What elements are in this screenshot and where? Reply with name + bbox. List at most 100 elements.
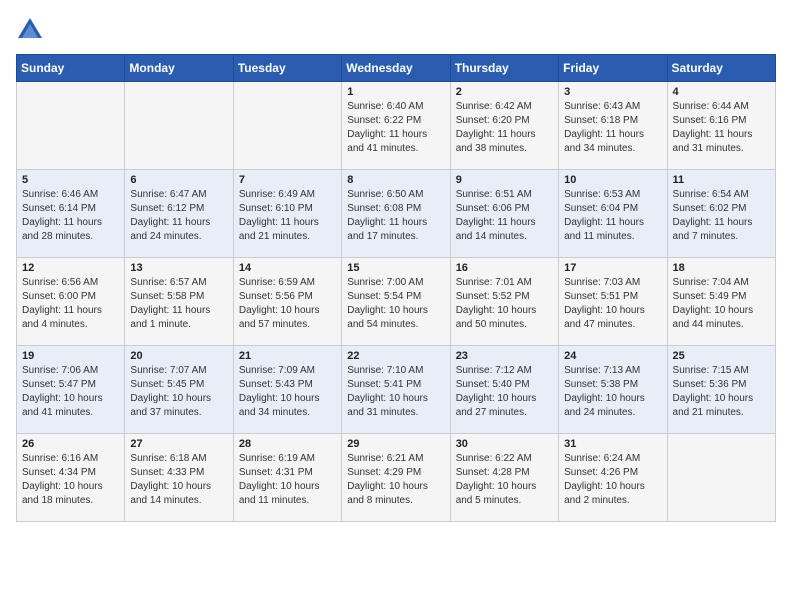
week-row-2: 5Sunrise: 6:46 AM Sunset: 6:14 PM Daylig… [17,170,776,258]
day-info: Sunrise: 6:54 AM Sunset: 6:02 PM Dayligh… [673,188,770,244]
day-number: 2 [456,86,553,98]
day-cell: 12 Sunrise: 6:56 AM Sunset: 6:00 PM Dayli… [17,258,125,346]
day-number: 17 [564,262,661,274]
day-number: 27 [130,438,227,450]
day-number: 22 [347,350,444,362]
day-number: 29 [347,438,444,450]
day-info: Sunrise: 6:18 AM Sunset: 4:33 PM Dayligh… [130,452,227,508]
day-number: 11 [673,174,770,186]
col-header-wednesday: Wednesday [342,55,450,82]
day-info: Sunrise: 6:51 AM Sunset: 6:06 PM Dayligh… [456,188,553,244]
day-number: 10 [564,174,661,186]
day-cell: 6 Sunrise: 6:47 AM Sunset: 6:12 PM Daylig… [125,170,233,258]
day-cell: 13 Sunrise: 6:57 AM Sunset: 5:58 PM Dayli… [125,258,233,346]
day-info: Sunrise: 6:56 AM Sunset: 6:00 PM Dayligh… [22,276,119,332]
day-info: Sunrise: 6:44 AM Sunset: 6:16 PM Dayligh… [673,100,770,156]
col-header-sunday: Sunday [17,55,125,82]
day-number: 1 [347,86,444,98]
day-number: 13 [130,262,227,274]
day-cell [17,82,125,170]
day-number: 12 [22,262,119,274]
day-cell: 27 Sunrise: 6:18 AM Sunset: 4:33 PM Dayli… [125,434,233,522]
day-info: Sunrise: 7:15 AM Sunset: 5:36 PM Dayligh… [673,364,770,420]
day-cell: 15 Sunrise: 7:00 AM Sunset: 5:54 PM Dayli… [342,258,450,346]
day-cell: 29 Sunrise: 6:21 AM Sunset: 4:29 PM Dayli… [342,434,450,522]
day-cell: 31 Sunrise: 6:24 AM Sunset: 4:26 PM Dayli… [559,434,667,522]
day-number: 28 [239,438,336,450]
day-number: 5 [22,174,119,186]
day-cell: 1 Sunrise: 6:40 AM Sunset: 6:22 PM Daylig… [342,82,450,170]
day-cell: 3Sunrise: 6:43 AM Sunset: 6:18 PM Daylig… [559,82,667,170]
page-header [16,16,776,44]
day-info: Sunrise: 6:59 AM Sunset: 5:56 PM Dayligh… [239,276,336,332]
day-info: Sunrise: 7:10 AM Sunset: 5:41 PM Dayligh… [347,364,444,420]
col-header-saturday: Saturday [667,55,775,82]
day-cell [125,82,233,170]
day-cell: 14Sunrise: 6:59 AM Sunset: 5:56 PM Dayli… [233,258,341,346]
day-cell: 4 Sunrise: 6:44 AM Sunset: 6:16 PM Daylig… [667,82,775,170]
col-header-monday: Monday [125,55,233,82]
day-cell [233,82,341,170]
day-cell: 18Sunrise: 7:04 AM Sunset: 5:49 PM Dayli… [667,258,775,346]
week-row-3: 12 Sunrise: 6:56 AM Sunset: 6:00 PM Dayli… [17,258,776,346]
day-number: 24 [564,350,661,362]
day-info: Sunrise: 6:49 AM Sunset: 6:10 PM Dayligh… [239,188,336,244]
day-cell: 8 Sunrise: 6:50 AM Sunset: 6:08 PM Daylig… [342,170,450,258]
day-cell: 23Sunrise: 7:12 AM Sunset: 5:40 PM Dayli… [450,346,558,434]
day-number: 20 [130,350,227,362]
day-info: Sunrise: 6:53 AM Sunset: 6:04 PM Dayligh… [564,188,661,244]
col-header-friday: Friday [559,55,667,82]
day-number: 8 [347,174,444,186]
day-info: Sunrise: 6:21 AM Sunset: 4:29 PM Dayligh… [347,452,444,508]
calendar-table: SundayMondayTuesdayWednesdayThursdayFrid… [16,54,776,522]
day-cell: 25 Sunrise: 7:15 AM Sunset: 5:36 PM Dayli… [667,346,775,434]
day-number: 19 [22,350,119,362]
day-number: 23 [456,350,553,362]
day-cell: 11 Sunrise: 6:54 AM Sunset: 6:02 PM Dayli… [667,170,775,258]
day-number: 16 [456,262,553,274]
day-cell: 30 Sunrise: 6:22 AM Sunset: 4:28 PM Dayli… [450,434,558,522]
day-number: 15 [347,262,444,274]
day-info: Sunrise: 7:00 AM Sunset: 5:54 PM Dayligh… [347,276,444,332]
day-info: Sunrise: 6:22 AM Sunset: 4:28 PM Dayligh… [456,452,553,508]
day-number: 31 [564,438,661,450]
col-header-tuesday: Tuesday [233,55,341,82]
day-cell: 9 Sunrise: 6:51 AM Sunset: 6:06 PM Daylig… [450,170,558,258]
day-number: 21 [239,350,336,362]
day-cell: 22 Sunrise: 7:10 AM Sunset: 5:41 PM Dayli… [342,346,450,434]
day-cell: 17 Sunrise: 7:03 AM Sunset: 5:51 PM Dayli… [559,258,667,346]
day-cell: 16 Sunrise: 7:01 AM Sunset: 5:52 PM Dayli… [450,258,558,346]
day-info: Sunrise: 6:16 AM Sunset: 4:34 PM Dayligh… [22,452,119,508]
day-cell: 5Sunrise: 6:46 AM Sunset: 6:14 PM Daylig… [17,170,125,258]
day-info: Sunrise: 6:47 AM Sunset: 6:12 PM Dayligh… [130,188,227,244]
day-cell: 20 Sunrise: 7:07 AM Sunset: 5:45 PM Dayli… [125,346,233,434]
day-number: 3 [564,86,661,98]
day-cell [667,434,775,522]
day-cell: 24 Sunrise: 7:13 AM Sunset: 5:38 PM Dayli… [559,346,667,434]
header-row: SundayMondayTuesdayWednesdayThursdayFrid… [17,55,776,82]
day-info: Sunrise: 7:07 AM Sunset: 5:45 PM Dayligh… [130,364,227,420]
day-number: 9 [456,174,553,186]
day-info: Sunrise: 6:50 AM Sunset: 6:08 PM Dayligh… [347,188,444,244]
day-number: 4 [673,86,770,98]
day-cell: 19 Sunrise: 7:06 AM Sunset: 5:47 PM Dayli… [17,346,125,434]
day-info: Sunrise: 6:40 AM Sunset: 6:22 PM Dayligh… [347,100,444,156]
day-number: 7 [239,174,336,186]
day-number: 6 [130,174,227,186]
day-info: Sunrise: 7:03 AM Sunset: 5:51 PM Dayligh… [564,276,661,332]
day-number: 30 [456,438,553,450]
day-info: Sunrise: 7:01 AM Sunset: 5:52 PM Dayligh… [456,276,553,332]
day-info: Sunrise: 7:13 AM Sunset: 5:38 PM Dayligh… [564,364,661,420]
day-cell: 26 Sunrise: 6:16 AM Sunset: 4:34 PM Dayli… [17,434,125,522]
day-cell: 21Sunrise: 7:09 AM Sunset: 5:43 PM Dayli… [233,346,341,434]
week-row-5: 26 Sunrise: 6:16 AM Sunset: 4:34 PM Dayli… [17,434,776,522]
day-info: Sunrise: 7:04 AM Sunset: 5:49 PM Dayligh… [673,276,770,332]
logo-icon [16,16,44,44]
day-info: Sunrise: 6:24 AM Sunset: 4:26 PM Dayligh… [564,452,661,508]
day-cell: 28Sunrise: 6:19 AM Sunset: 4:31 PM Dayli… [233,434,341,522]
day-info: Sunrise: 7:06 AM Sunset: 5:47 PM Dayligh… [22,364,119,420]
day-info: Sunrise: 6:57 AM Sunset: 5:58 PM Dayligh… [130,276,227,332]
day-cell: 2Sunrise: 6:42 AM Sunset: 6:20 PM Daylig… [450,82,558,170]
day-number: 25 [673,350,770,362]
day-number: 26 [22,438,119,450]
